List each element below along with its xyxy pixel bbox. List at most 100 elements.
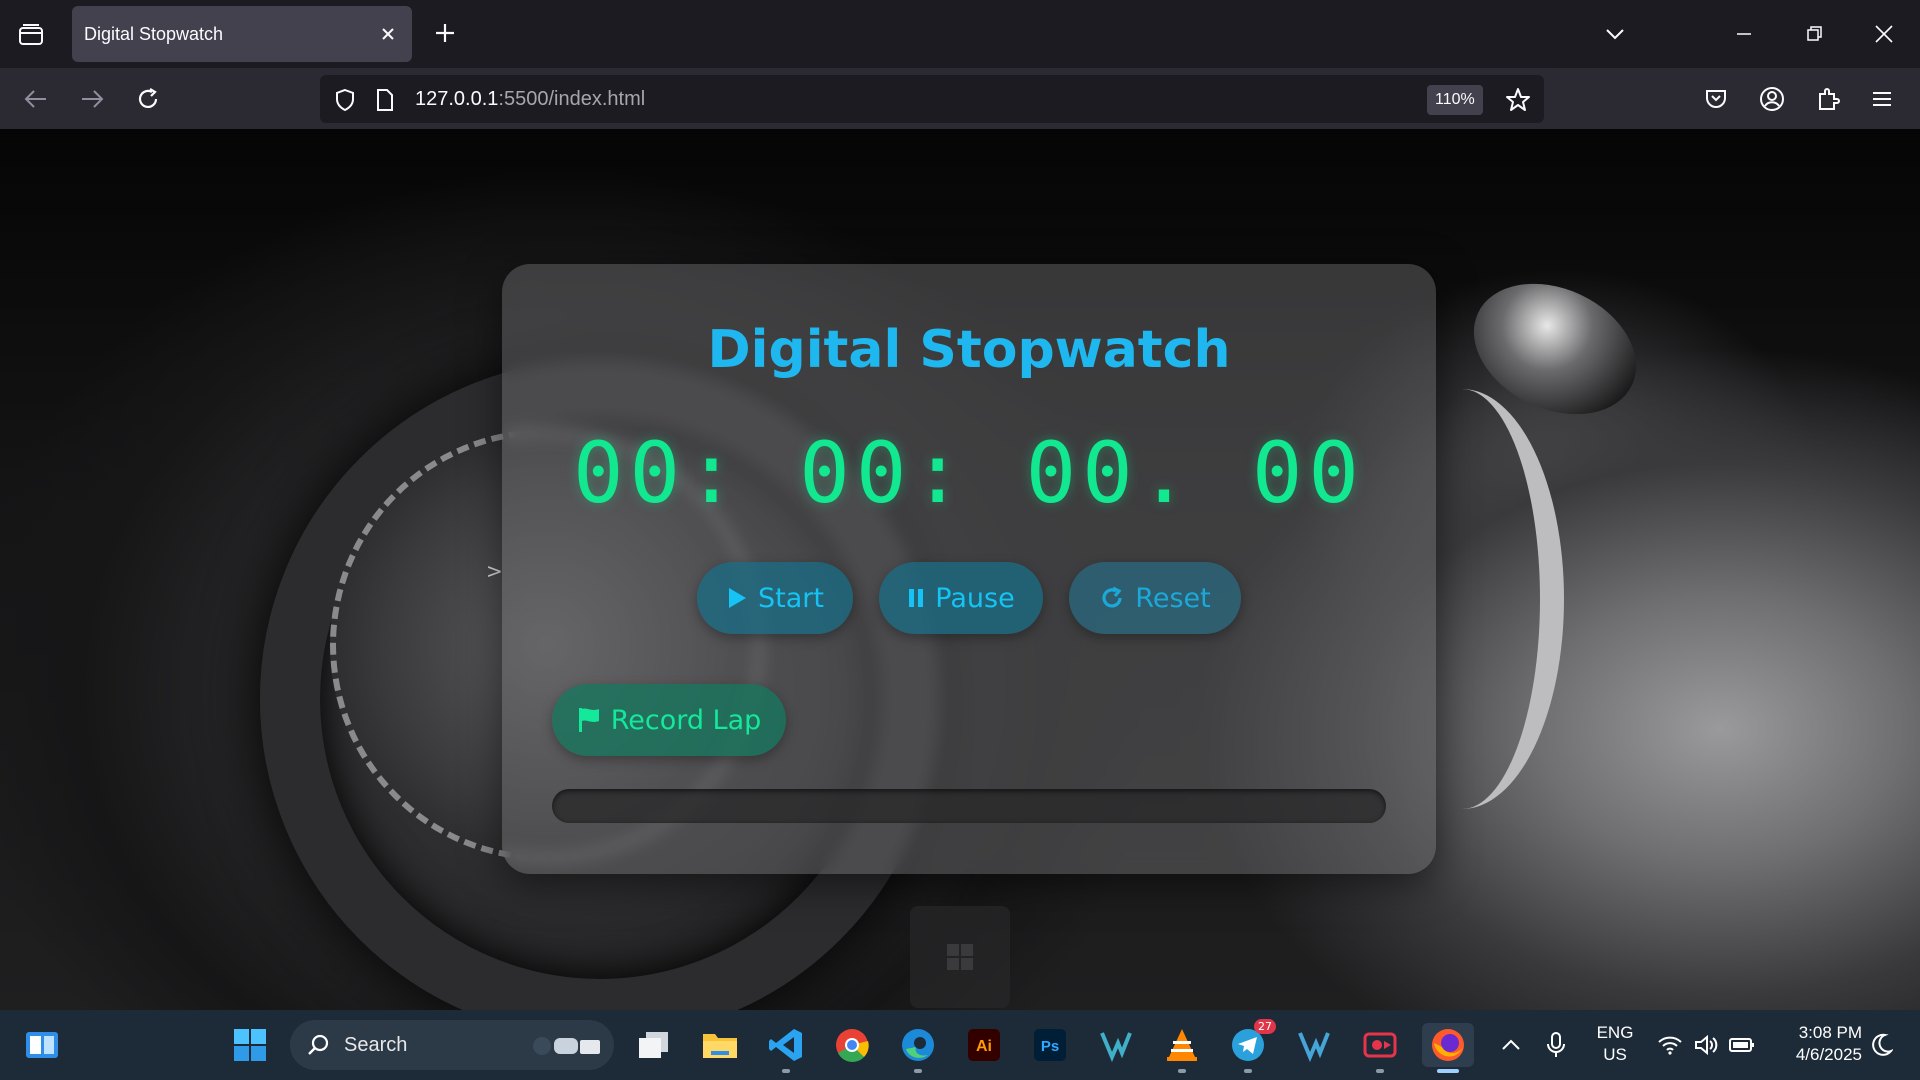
pause-button[interactable]: Pause [879, 562, 1043, 634]
stopwatch-card: Digital Stopwatch 00: 00: 00. 00 Start P… [502, 264, 1436, 874]
browser-tab-bar: Digital Stopwatch [0, 0, 1920, 68]
url-path: :5500/index.html [498, 88, 646, 110]
tab-overflow-button[interactable] [1597, 16, 1633, 52]
battery-status[interactable] [1722, 1023, 1762, 1067]
vscode-button[interactable] [764, 1023, 808, 1073]
notifications-button[interactable] [1862, 1023, 1902, 1067]
forward-button[interactable] [74, 81, 110, 117]
folder-icon [703, 1034, 737, 1058]
close-window-button[interactable] [1866, 16, 1902, 52]
shield-icon[interactable] [332, 87, 358, 113]
screen-recorder-icon [1363, 1032, 1397, 1058]
running-indicator [1178, 1069, 1186, 1073]
illustrator-button[interactable]: Ai [962, 1023, 1006, 1067]
clock-time: 3:08 PM [1798, 1023, 1862, 1042]
windows-logo-ghost [910, 906, 1010, 1008]
bookmark-star-icon[interactable] [1505, 87, 1531, 113]
show-hidden-icons-button[interactable] [1494, 1023, 1528, 1067]
firefox-button[interactable] [1422, 1023, 1474, 1073]
firefox-icon [1432, 1029, 1464, 1061]
edge-arrow: > [486, 559, 503, 583]
windows-start-icon [234, 1029, 266, 1061]
moon-icon [1872, 1033, 1893, 1056]
file-explorer-button[interactable] [698, 1023, 742, 1067]
back-button[interactable] [18, 81, 54, 117]
wifi-status[interactable] [1650, 1023, 1690, 1067]
restore-button[interactable] [1796, 16, 1832, 52]
running-indicator [1376, 1069, 1384, 1073]
browser-navbar: 127.0.0.1:5500/index.html 110% [0, 68, 1920, 129]
address-bar[interactable]: 127.0.0.1:5500/index.html 110% [320, 75, 1544, 123]
start-button-label: Start [758, 582, 824, 614]
pause-button-label: Pause [935, 582, 1015, 614]
minimize-button[interactable] [1726, 16, 1762, 52]
task-view-button[interactable] [632, 1023, 676, 1067]
windows-icon [947, 944, 973, 970]
vscode-insiders-button[interactable] [1094, 1023, 1138, 1067]
minimize-icon [1737, 33, 1751, 35]
tab-close-button[interactable] [376, 22, 400, 46]
url-host: 127.0.0.1 [415, 88, 499, 110]
chevron-down-icon [1606, 29, 1624, 40]
chevron-up-icon [1502, 1039, 1520, 1050]
screen-recorder-button[interactable] [1358, 1023, 1402, 1073]
search-placeholder: Search [344, 1034, 408, 1056]
url-text[interactable]: 127.0.0.1:5500/index.html [415, 88, 645, 111]
volume-status[interactable] [1686, 1023, 1726, 1067]
microphone-button[interactable] [1536, 1023, 1576, 1067]
account-icon [1760, 87, 1784, 111]
close-icon [382, 28, 394, 40]
reset-button[interactable]: Reset [1069, 562, 1241, 634]
edge-button[interactable] [896, 1023, 940, 1073]
task-view-icon [639, 1032, 668, 1058]
zoom-level-badge[interactable]: 110% [1427, 85, 1483, 115]
clock[interactable]: 3:08 PM 4/6/2025 [1770, 1022, 1862, 1066]
vscode-insiders-icon [1100, 1032, 1132, 1063]
language-indicator[interactable]: ENG US [1590, 1022, 1640, 1066]
chrome-button[interactable] [830, 1023, 874, 1067]
reload-button[interactable] [130, 81, 166, 117]
language-label: ENG [1596, 1023, 1634, 1042]
running-indicator [782, 1069, 790, 1073]
play-icon [729, 588, 747, 608]
reload-icon [138, 88, 158, 108]
menu-button[interactable] [1864, 81, 1900, 117]
reset-button-label: Reset [1135, 582, 1211, 614]
notification-badge: 27 [1254, 1019, 1276, 1034]
battery-icon [1729, 1038, 1754, 1052]
start-button[interactable] [228, 1023, 272, 1067]
search-icon [308, 1034, 329, 1055]
tab-title: Digital Stopwatch [84, 24, 224, 44]
vscode-alt-button[interactable] [1292, 1023, 1336, 1067]
vscode-alt-icon [1298, 1032, 1330, 1063]
record-lap-button-label: Record Lap [610, 704, 762, 736]
record-lap-button[interactable]: Record Lap [552, 684, 786, 756]
arrow-left-icon [24, 90, 46, 108]
wifi-icon [1658, 1036, 1682, 1055]
telegram-button[interactable]: 27 [1226, 1019, 1276, 1073]
vlc-icon [1167, 1029, 1197, 1061]
pocket-button[interactable] [1698, 81, 1734, 117]
plus-icon [436, 24, 454, 42]
speaker-icon [1695, 1034, 1718, 1056]
flag-icon [578, 708, 599, 732]
running-indicator [1244, 1069, 1252, 1073]
vscode-icon [769, 1029, 802, 1061]
extensions-button[interactable] [1810, 81, 1846, 117]
vlc-button[interactable] [1160, 1023, 1204, 1073]
account-button[interactable] [1754, 81, 1790, 117]
tab-list-button[interactable] [14, 18, 48, 52]
taskbar-search[interactable]: Search [290, 1020, 614, 1070]
region-label: US [1603, 1045, 1627, 1064]
photoshop-button[interactable]: Ps [1028, 1023, 1072, 1067]
clock-date: 4/6/2025 [1795, 1045, 1862, 1064]
svg-text:Ai: Ai [976, 1038, 992, 1055]
edge-icon [902, 1029, 934, 1061]
start-button[interactable]: Start [697, 562, 853, 634]
active-tab[interactable]: Digital Stopwatch [72, 6, 412, 62]
new-tab-button[interactable] [430, 18, 460, 48]
restore-icon [1807, 26, 1822, 41]
svg-text:Ps: Ps [1041, 1038, 1059, 1055]
reset-icon [1102, 586, 1122, 608]
widgets-button[interactable] [20, 1023, 64, 1067]
